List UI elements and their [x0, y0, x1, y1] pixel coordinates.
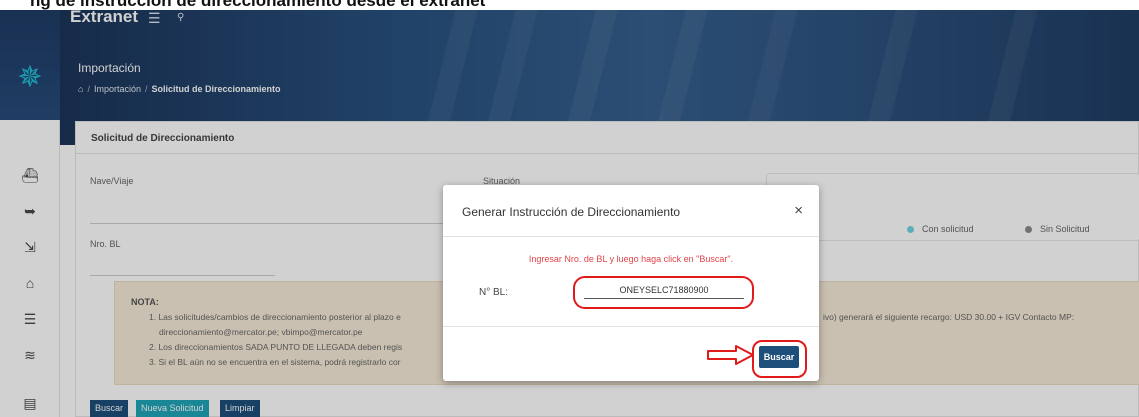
- modal-search-button[interactable]: Buscar: [759, 346, 799, 368]
- bl-field-label: N° BL:: [479, 287, 509, 298]
- modal-title: Generar Instrucción de Direccionamiento: [462, 205, 681, 219]
- annotation-highlight-input: [573, 276, 754, 309]
- modal-header: Generar Instrucción de Direccionamiento …: [443, 185, 819, 237]
- modal-footer-divider: [443, 326, 819, 327]
- generar-instruccion-modal: Generar Instrucción de Direccionamiento …: [443, 185, 819, 381]
- cropped-top-text: ng de instrucción de direccionamiento de…: [0, 0, 1139, 10]
- modal-hint: Ingresar Nro. de BL y luego haga click e…: [528, 254, 734, 264]
- annotation-arrow-icon: [707, 345, 754, 365]
- close-icon[interactable]: ×: [794, 203, 803, 218]
